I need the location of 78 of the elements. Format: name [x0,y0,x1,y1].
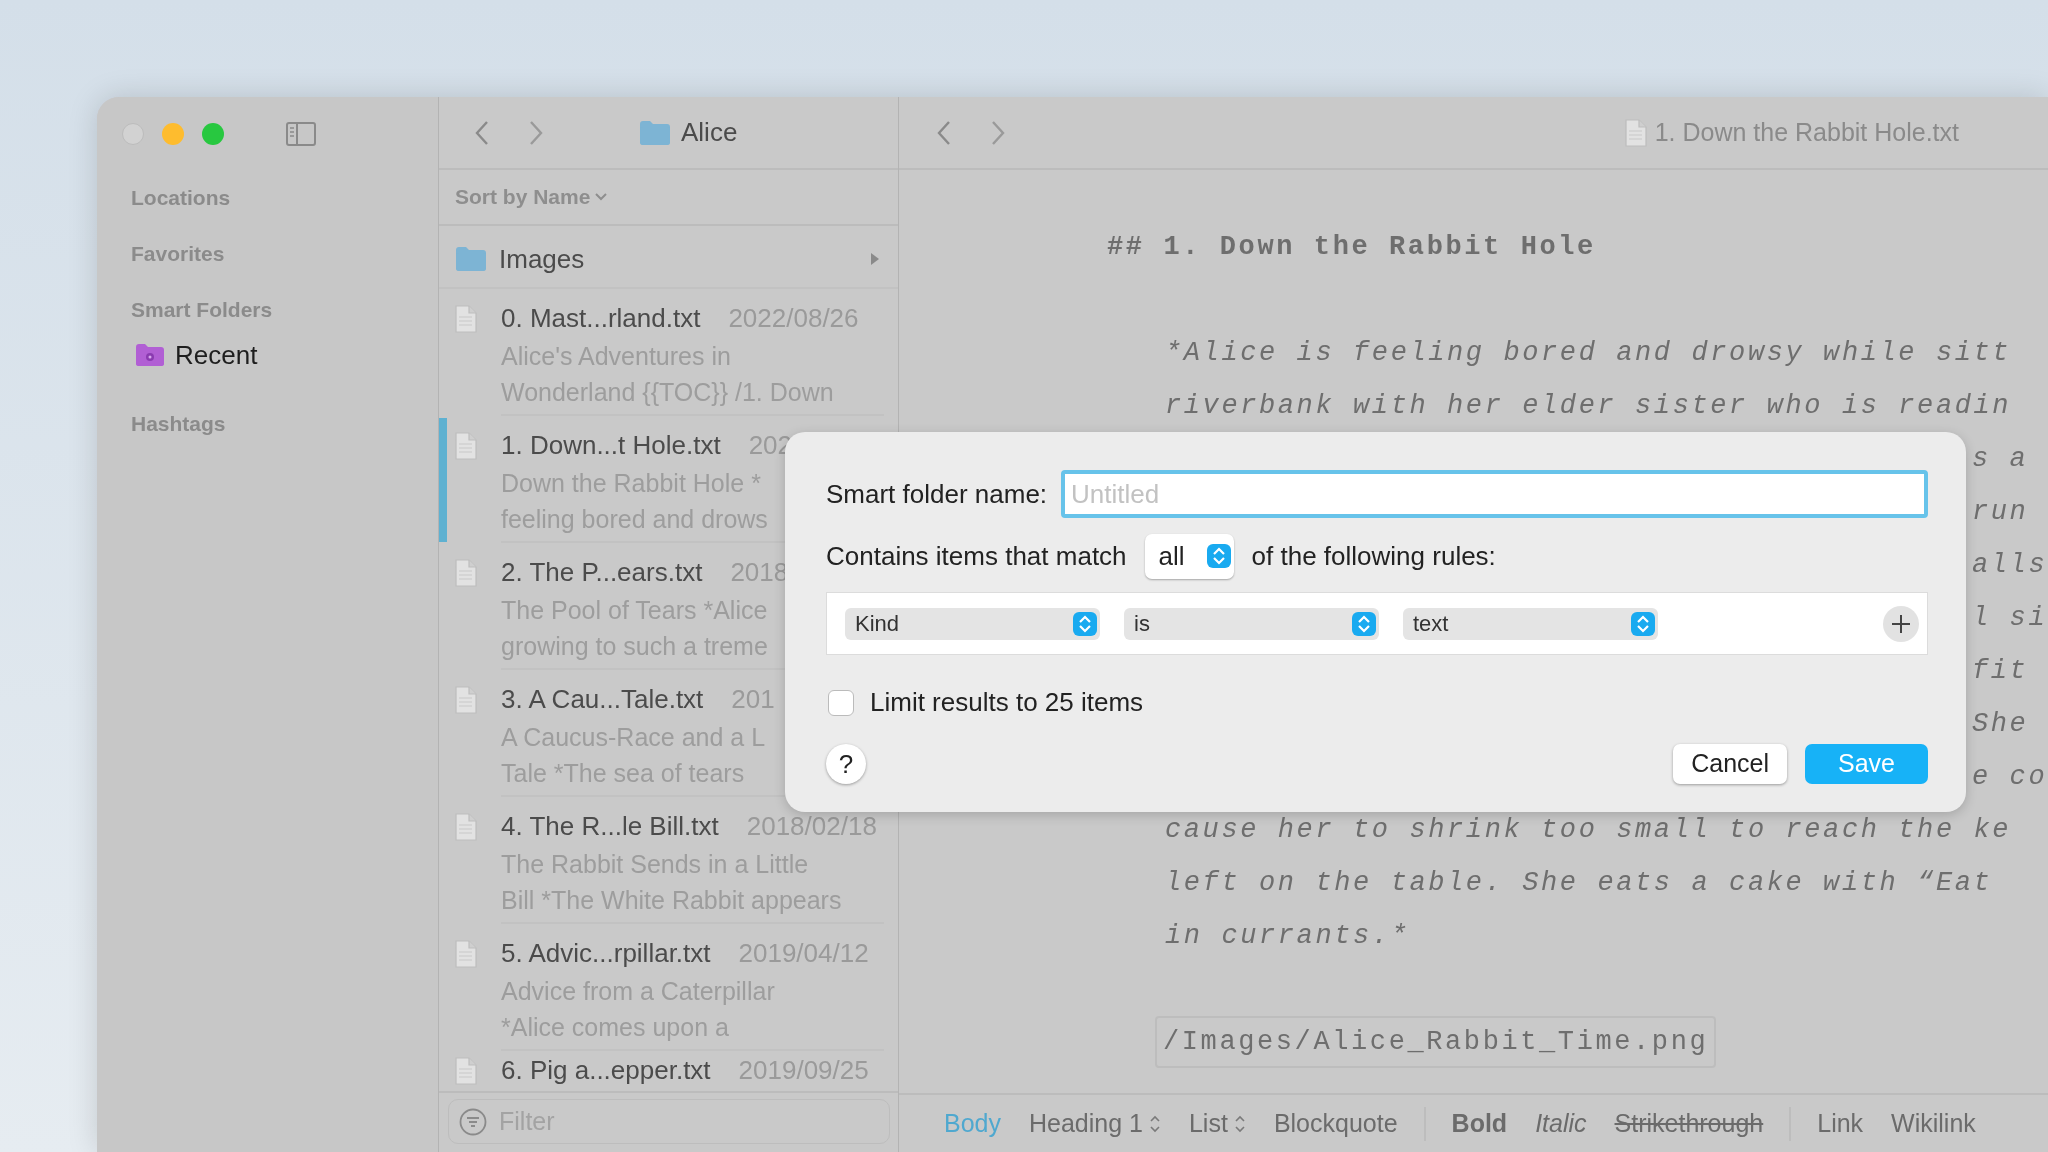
body-text: riverbank with her elder sister who is readin [1165,391,2012,421]
file-name: 6. Pig a...epper.txt [501,1054,711,1087]
folder-title: Alice [681,116,738,149]
field-label: Smart folder name: [826,477,1048,511]
document-icon [455,432,477,460]
plus-icon [1890,612,1912,635]
file-name: 4. The R...le Bill.txt [501,810,719,843]
heading-text: ## 1. Down the Rabbit Hole [1106,231,1597,264]
name-field[interactable]: Untitled [1061,470,1928,518]
help-button[interactable]: ? [826,744,866,784]
field-label: of the following rules: [1251,539,1496,573]
cancel-button[interactable]: Cancel [1673,744,1787,784]
expand-arrow-icon[interactable] [870,252,880,266]
body-text: *Alice is feeling bored and drowsy while sitt [1165,338,2012,368]
sidebar-item[interactable]: Recent [175,335,258,375]
file-name: 1. Down...t Hole.txt [501,429,721,462]
body-text: run [1972,497,2029,527]
rule-select[interactable]: text [1403,607,1658,640]
file-name: 0. Mast...rland.txt [501,302,701,335]
body-text: e co [1972,762,2048,792]
format-button[interactable]: Bold [1437,1104,1522,1143]
updown-icon [1073,611,1097,636]
format-button[interactable]: Blockquote [1259,1104,1412,1143]
document-icon [455,686,477,714]
smart-folder-icon [135,343,165,367]
format-button[interactable]: List [1174,1104,1260,1143]
image-path: /Images/Alice_Rabbit_Time.png [1155,1016,1717,1068]
updown-icon [1148,1113,1161,1134]
updown-icon [1352,611,1376,636]
format-button[interactable]: Italic [1521,1104,1601,1143]
document-icon [455,1057,477,1085]
section-heading: Locations [131,185,231,212]
sidebar-toggle-icon[interactable] [286,121,316,146]
chevron-down-icon [594,192,609,202]
back-icon[interactable] [475,119,489,146]
body-text: cause her to shrink too small to reach the ke [1165,815,2012,845]
match-select[interactable]: all [1144,533,1234,579]
document-icon [1624,118,1647,147]
body-text: in currants.* [1165,921,1410,951]
section-heading: Hashtags [131,411,226,438]
folder-row[interactable]: Images [439,231,898,289]
checkbox[interactable] [828,689,854,716]
add-rule-button[interactable] [1883,605,1919,642]
checkbox-label: Limit results to 25 items [870,686,1144,719]
field-label: Contains items that match [826,539,1127,573]
updown-icon [1631,611,1655,636]
body-text: She [1972,709,2029,739]
body-text: alls [1972,550,2048,580]
filter-icon [459,1108,487,1136]
forward-icon[interactable] [991,119,1005,146]
rule-select[interactable]: Kind [845,607,1100,640]
forward-icon[interactable] [529,119,543,146]
format-button[interactable]: Wikilink [1877,1104,1990,1143]
document-icon [455,305,477,333]
section-heading: Favorites [131,241,225,268]
body-text: left on the table. She eats a cake with “Eat [1165,868,1993,898]
updown-icon [1206,544,1231,568]
zoom-button[interactable] [202,122,224,145]
document-icon [455,559,477,587]
section-heading: Smart Folders [131,297,273,324]
folder-icon [455,246,487,272]
document-icon [455,813,477,841]
folder-icon [639,119,671,146]
back-icon[interactable] [937,119,951,146]
file-name: 5. Advic...rpillar.txt [501,937,711,970]
file-name: 2. The P...ears.txt [501,556,703,589]
body-text: fit [1972,656,2029,686]
updown-icon [1233,1113,1246,1134]
format-button[interactable]: Heading 1 [1015,1104,1175,1143]
body-text: l si [1972,603,2048,633]
body-text: s a [1972,444,2029,474]
file-name: 3. A Cau...Tale.txt [501,683,704,716]
minimize-button[interactable] [162,122,184,145]
format-button[interactable]: Strikethrough [1600,1104,1778,1143]
format-button[interactable]: Link [1803,1104,1878,1143]
rule-select[interactable]: is [1124,607,1379,640]
document-title: 1. Down the Rabbit Hole.txt [1654,116,1959,148]
document-icon [455,940,477,968]
